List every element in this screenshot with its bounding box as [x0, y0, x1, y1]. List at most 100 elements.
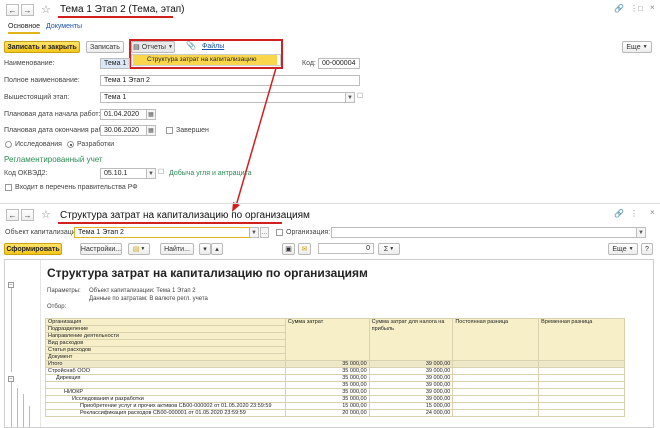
more-button[interactable]: Еще ▼ [608, 243, 638, 255]
tax-cost-cell: 39 000,00 [368, 395, 454, 403]
temporary-diff-cell [538, 360, 625, 368]
report-heading: Структура затрат на капитализацию по орг… [47, 266, 368, 280]
permanent-diff-cell [452, 409, 540, 417]
table-row[interactable]: Стройснаб ООО 35 000,00 39 000,00 [45, 367, 625, 375]
row-label [45, 381, 286, 389]
sigma-label: Σ [383, 245, 389, 253]
temporary-diff-cell [538, 388, 625, 396]
email-icon[interactable]: ✉ [298, 243, 311, 255]
chevron-down-icon: ▼ [389, 246, 395, 252]
row-label: Реклассификация расходов СБ00-000001 от … [45, 409, 286, 417]
report-window: ← → ☆ Структура затрат на капитализацию … [0, 205, 660, 428]
permanent-diff-cell [452, 367, 540, 375]
report-area: − − Структура затрат на капитализацию по… [4, 259, 654, 428]
settings-button[interactable]: Настройки... [80, 243, 122, 255]
table-row[interactable]: Реклассификация расходов СБ00-000001 от … [45, 409, 625, 417]
chevron-down-icon: ▼ [628, 246, 634, 252]
help-button[interactable]: ? [641, 243, 653, 255]
row-label: НИОКР [45, 388, 286, 396]
tax-cost-cell: 39 000,00 [368, 360, 454, 368]
column-header: Сумма затрат [284, 318, 370, 361]
find-button[interactable]: Найти... [160, 243, 194, 255]
object-field[interactable]: Тема 1 Этап 2 [74, 227, 250, 238]
collapse-button[interactable]: ▴ [211, 243, 223, 255]
tree-line [23, 394, 24, 427]
chevron-down-icon: ▼ [140, 246, 146, 252]
group-header: Подразделение [45, 325, 286, 333]
report-body: Итого 35 000,00 39 000,00 Стройснаб ООО 35 0… [45, 360, 625, 417]
cost-cell: 35 000,00 [284, 381, 370, 389]
group-header: Вид расходов [45, 339, 286, 347]
filter-label: Отбор: [47, 304, 67, 310]
row-label: Исследования и разработки [45, 395, 286, 403]
object-dropdown-button[interactable]: ▼ [250, 227, 259, 238]
permanent-diff-cell [452, 381, 540, 389]
cost-cell: 35 000,00 [284, 367, 370, 375]
tax-cost-cell: 24 000,00 [368, 409, 454, 417]
row-label: Итого [45, 360, 286, 368]
row-label: Стройснаб ООО [45, 367, 286, 375]
column-header: Временная разница [538, 318, 625, 361]
tree-line [17, 388, 18, 427]
table-row[interactable]: Дирекция 35 000,00 39 000,00 [45, 374, 625, 382]
row-label: Приобретение услуг и прочих активов СБ00… [45, 402, 286, 410]
header-row: Организация Сумма затрат Сумма затрат дл… [45, 318, 625, 361]
table-row[interactable]: 35 000,00 39 000,00 [45, 381, 625, 389]
group-header: Направление деятельности [45, 332, 286, 340]
favorite-star-icon[interactable]: ☆ [41, 208, 51, 221]
save-report-icon[interactable]: ▣ [282, 243, 295, 255]
variants-icon: ▤ [132, 246, 140, 253]
permanent-diff-cell [452, 360, 540, 368]
permanent-diff-cell [452, 388, 540, 396]
back-button[interactable]: ← [6, 209, 19, 221]
column-header: Постоянная разница [452, 318, 540, 361]
organization-label: Организация: [286, 229, 331, 236]
permanent-diff-cell [452, 374, 540, 382]
variants-button[interactable]: ▤ ▼ [128, 243, 150, 255]
table-row[interactable]: Исследования и разработки 35 000,00 39 000… [45, 395, 625, 403]
group-header: Статья расходов [45, 346, 286, 354]
cost-cell: 35 000,00 [284, 388, 370, 396]
window-divider [0, 203, 660, 204]
organization-field[interactable] [331, 227, 637, 238]
report-table: Организация Сумма затрат Сумма затрат дл… [45, 318, 625, 417]
tax-cost-cell: 15 000,00 [368, 402, 454, 410]
cost-cell: 15 000,00 [284, 402, 370, 410]
table-row[interactable]: Приобретение услуг и прочих активов СБ00… [45, 402, 625, 410]
cost-cell: 20 000,00 [284, 409, 370, 417]
temporary-diff-cell [538, 367, 625, 375]
organization-dropdown-button[interactable]: ▼ [637, 227, 646, 238]
tax-cost-cell: 39 000,00 [368, 381, 454, 389]
column-header: Сумма затрат для налога на прибыль [368, 318, 454, 361]
tax-cost-cell: 39 000,00 [368, 367, 454, 375]
forward-button[interactable]: → [21, 209, 34, 221]
permanent-diff-cell [452, 395, 540, 403]
more-label: Еще [612, 245, 627, 253]
params-label: Параметры: [47, 288, 81, 294]
tree-line [29, 406, 30, 427]
sum-counter-field[interactable]: 0 [318, 243, 374, 254]
close-icon[interactable]: × [650, 208, 655, 217]
tax-cost-cell: 39 000,00 [368, 374, 454, 382]
temporary-diff-cell [538, 402, 625, 410]
temporary-diff-cell [538, 409, 625, 417]
tree-line [11, 382, 12, 427]
cost-cell: 35 000,00 [284, 374, 370, 382]
cost-cell: 35 000,00 [284, 395, 370, 403]
link-icon[interactable]: 🔗 [614, 209, 624, 218]
row-label: Дирекция [45, 374, 286, 382]
generate-button[interactable]: Сформировать [4, 243, 62, 255]
expand-button[interactable]: ▾ [199, 243, 211, 255]
temporary-diff-cell [538, 395, 625, 403]
temporary-diff-cell [538, 381, 625, 389]
temporary-diff-cell [538, 374, 625, 382]
organization-checkbox[interactable] [276, 229, 283, 236]
sum-options-button[interactable]: Σ ▼ [378, 243, 400, 255]
group-header: Документ [45, 353, 286, 361]
total-row[interactable]: Итого 35 000,00 39 000,00 [45, 360, 625, 368]
more-dots-icon[interactable]: ⋮ [630, 209, 638, 218]
cost-cell: 35 000,00 [284, 360, 370, 368]
param-object: Объект капитализации: Тема 1 Этап 2 [89, 288, 196, 294]
table-row[interactable]: НИОКР 35 000,00 39 000,00 [45, 388, 625, 396]
object-select-button[interactable]: … [260, 227, 269, 238]
